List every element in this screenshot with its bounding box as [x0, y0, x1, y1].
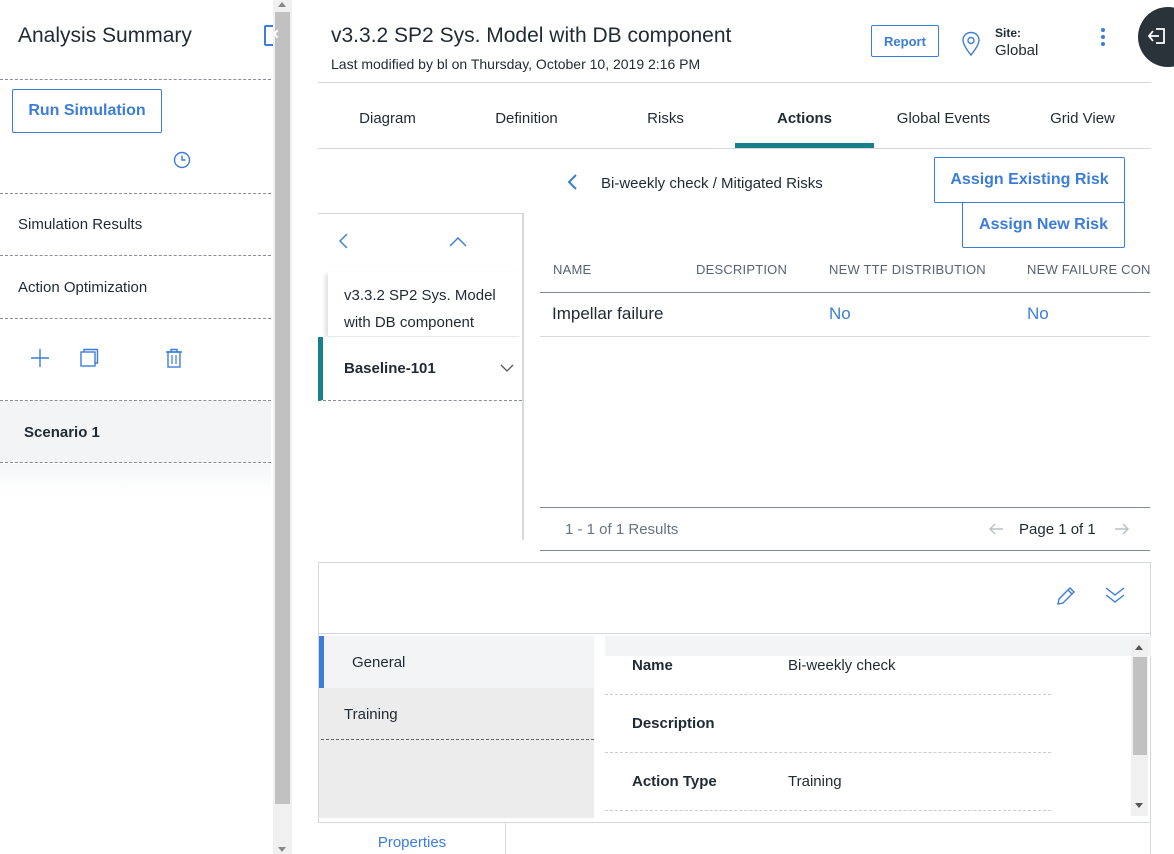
back-chevron-icon[interactable] [566, 173, 578, 191]
tabs-divider [318, 148, 1151, 149]
location-pin-icon [962, 31, 980, 57]
tab-properties[interactable]: Properties [318, 822, 506, 854]
copy-icon[interactable] [78, 347, 100, 369]
more-options-icon[interactable] [1098, 28, 1108, 48]
scroll-up-arrow[interactable] [278, 2, 286, 7]
tab-label: Properties [377, 834, 447, 851]
site-value[interactable]: Global [995, 42, 1038, 59]
tab-definition[interactable]: Definition [457, 96, 596, 148]
chevron-left-icon[interactable] [337, 232, 349, 250]
grid-clip: NAME DESCRIPTION NEW TTF DISTRIBUTION NE… [540, 250, 1151, 350]
report-button[interactable]: Report [871, 25, 939, 57]
tab-diagram[interactable]: Diagram [318, 96, 457, 148]
column-header-description[interactable]: DESCRIPTION [696, 262, 787, 277]
divider [0, 79, 271, 80]
details-scrollbar-thumb[interactable] [1133, 657, 1147, 755]
cell-new-ttf[interactable]: No [829, 304, 851, 324]
analysis-summary-panel: Analysis Summary Run Simulation Simulati… [0, 0, 272, 854]
tab-actions[interactable]: Actions [735, 96, 874, 148]
panel-title: Analysis Summary [18, 24, 192, 47]
results-count: 1 - 1 of 1 Results [565, 521, 679, 538]
property-value-name: Bi-weekly check [788, 657, 896, 674]
cell-name: Impellar failure [552, 304, 664, 323]
scroll-down-arrow[interactable] [1135, 803, 1143, 808]
action-optimization-item[interactable]: Action Optimization [18, 279, 147, 296]
run-simulation-button[interactable]: Run Simulation [12, 89, 162, 133]
double-chevron-down-icon[interactable] [1104, 586, 1126, 604]
divider [0, 255, 271, 256]
tab-grid-view[interactable]: Grid View [1013, 96, 1152, 148]
header-divider [318, 82, 1151, 83]
last-modified-text: Last modified by bl on Thursday, October… [331, 56, 701, 72]
grid-header-divider [540, 292, 1150, 293]
page-indicator: Page 1 of 1 [1019, 521, 1096, 538]
side-item-training[interactable]: Training [321, 688, 594, 740]
bottom-divider [506, 822, 1151, 823]
arrow-left-icon[interactable] [988, 522, 1004, 536]
left-scrollbar-thumb[interactable] [275, 12, 290, 804]
exit-icon [1147, 28, 1165, 44]
property-divider [605, 810, 1051, 811]
property-value-action-type: Training [788, 773, 842, 790]
details-divider [318, 633, 1151, 634]
property-label-action-type: Action Type [632, 773, 717, 790]
property-divider [605, 694, 1051, 695]
assign-new-risk-button[interactable]: Assign New Risk [962, 202, 1125, 248]
tree-node-label: Baseline-101 [344, 360, 436, 377]
tab-global-events[interactable]: Global Events [874, 96, 1013, 148]
side-item-label: Training [344, 706, 398, 723]
site-label: Site: [995, 26, 1022, 40]
pencil-icon[interactable] [1055, 585, 1077, 607]
trash-icon[interactable] [163, 347, 185, 369]
simulation-results-item[interactable]: Simulation Results [18, 216, 142, 233]
properties-header-band [605, 636, 1151, 656]
divider [0, 318, 271, 319]
scroll-down-arrow[interactable] [278, 847, 286, 852]
panel-shadow [0, 464, 271, 494]
tree-node-baseline[interactable]: Baseline-101 [318, 337, 522, 401]
chevron-down-icon[interactable] [500, 364, 514, 373]
column-header-new-ttf[interactable]: NEW TTF DISTRIBUTION [829, 262, 986, 277]
side-item-general[interactable]: General [319, 636, 605, 688]
page-title: v3.3.2 SP2 Sys. Model with DB component [331, 24, 732, 47]
tree-node-label: v3.3.2 SP2 Sys. Model with DB component [344, 287, 496, 331]
pager-divider [540, 550, 1150, 551]
breadcrumb: Bi-weekly check / Mitigated Risks [601, 175, 823, 192]
property-label-description: Description [632, 715, 715, 732]
tree-node-model[interactable]: v3.3.2 SP2 Sys. Model with DB component [328, 272, 522, 336]
pager-divider [540, 507, 1150, 508]
tab-bar: Diagram Definition Risks Actions Global … [318, 96, 1158, 148]
arrow-right-icon[interactable] [1114, 522, 1130, 536]
add-icon[interactable] [29, 347, 51, 369]
cell-new-failure[interactable]: No [1027, 304, 1049, 324]
tab-risks[interactable]: Risks [596, 96, 735, 148]
property-divider [605, 752, 1051, 753]
assign-existing-risk-button[interactable]: Assign Existing Risk [934, 157, 1125, 203]
clock-icon[interactable] [173, 151, 191, 169]
property-label-name: Name [632, 657, 673, 674]
chevron-up-icon[interactable] [448, 236, 468, 248]
side-item-label: General [352, 654, 406, 671]
table-row [540, 336, 1150, 337]
divider [0, 193, 271, 194]
column-header-name[interactable]: NAME [553, 262, 591, 277]
column-header-new-failure[interactable]: NEW FAILURE CONS [1027, 262, 1151, 277]
scroll-up-arrow[interactable] [1135, 645, 1143, 650]
scenario-item[interactable]: Scenario 1 [0, 401, 271, 463]
scenario-label: Scenario 1 [24, 424, 100, 441]
